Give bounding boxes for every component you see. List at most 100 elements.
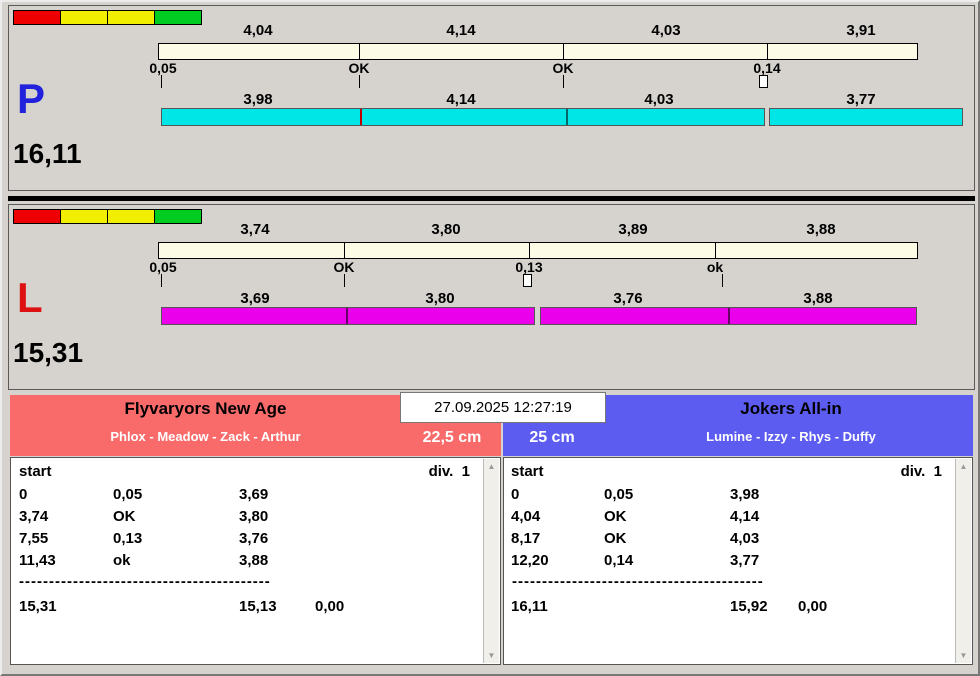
segment-mark: OK (314, 259, 374, 275)
result-value: 3,98 (198, 91, 318, 108)
score-table-right: start div. 1 0 0,05 3,98 4,04 OK 4,14 8,… (503, 457, 973, 665)
score-cell: OK (604, 530, 627, 547)
score-cell: 0,14 (604, 552, 633, 569)
segment-mark: 0,05 (133, 259, 193, 275)
segment-mark: ok (685, 259, 745, 275)
score-cell: 3,74 (19, 508, 48, 525)
score-cell: 3,80 (239, 508, 268, 525)
result-value: 3,80 (380, 290, 500, 307)
team-players: Phlox - Meadow - Zack - Arthur (10, 429, 401, 444)
scale-value: 3,91 (801, 22, 921, 39)
scale-divider (529, 243, 530, 258)
result-bar-segment (769, 108, 963, 126)
scale-value: 3,74 (195, 221, 315, 238)
score-cell: ok (113, 552, 131, 569)
indicator-green (154, 10, 202, 25)
score-cell: 7,55 (19, 530, 48, 547)
tick-mark (563, 75, 564, 88)
tick-mark (344, 274, 345, 287)
segment-mark: 0,14 (737, 60, 797, 76)
indicator-yellow-2 (107, 209, 155, 224)
result-bar-divider (346, 308, 348, 324)
score-section: Flyvaryors New Age Phlox - Meadow - Zack… (8, 392, 975, 670)
scroll-up-icon[interactable]: ▲ (956, 462, 971, 471)
scale-value: 4,14 (401, 22, 521, 39)
table-separator: ----------------------------------------… (512, 573, 764, 590)
total-cell: 16,11 (511, 598, 548, 615)
start-label: start (19, 463, 52, 480)
score-cell: 12,20 (511, 552, 549, 569)
start-label: start (511, 463, 544, 480)
scale-value: 4,04 (198, 22, 318, 39)
lane-panel-l: 3,74 3,80 3,89 3,88 0,05 OK 0,13 ok 3,69… (8, 204, 975, 390)
scale-value: 3,89 (573, 221, 693, 238)
result-value: 3,77 (801, 91, 921, 108)
score-cell: OK (113, 508, 136, 525)
indicator-yellow-1 (60, 209, 108, 224)
result-bar-segment (161, 108, 765, 126)
team-players: Lumine - Izzy - Rhys - Duffy (609, 429, 973, 444)
score-cell: 3,69 (239, 486, 268, 503)
status-indicators (13, 10, 201, 25)
segment-mark: OK (533, 60, 593, 76)
result-bar-segment (540, 307, 917, 325)
division-label: div. 1 (429, 463, 470, 480)
team-name: Flyvaryors New Age (10, 399, 401, 419)
vertical-scrollbar[interactable]: ▲ ▼ (955, 459, 971, 663)
scroll-up-icon[interactable]: ▲ (484, 462, 499, 471)
indicator-red (13, 209, 61, 224)
total-cell: 15,31 (19, 598, 57, 615)
total-cell: 15,92 (730, 598, 768, 615)
scroll-down-icon[interactable]: ▼ (484, 651, 499, 660)
vertical-scrollbar[interactable]: ▲ ▼ (483, 459, 499, 663)
result-bar-divider (360, 109, 362, 125)
score-cell: 0,05 (113, 486, 142, 503)
tick-mark (161, 75, 162, 88)
scale-bar (158, 43, 918, 60)
score-cell: 4,03 (730, 530, 759, 547)
distance-label-left: 22,5 cm (404, 429, 500, 447)
segment-mark: 0,13 (499, 259, 559, 275)
score-cell: 3,77 (730, 552, 759, 569)
tick-mark (359, 75, 360, 88)
lane-letter: L (17, 277, 43, 319)
distance-label-right: 25 cm (507, 429, 597, 447)
score-cell: 3,98 (730, 486, 759, 503)
result-value: 3,76 (568, 290, 688, 307)
scroll-down-icon[interactable]: ▼ (956, 651, 971, 660)
result-value: 4,03 (599, 91, 719, 108)
indicator-red (13, 10, 61, 25)
scale-divider (359, 44, 360, 59)
result-bar-segment (161, 307, 535, 325)
score-cell: 4,14 (730, 508, 759, 525)
lane-letter: P (17, 78, 45, 120)
team-name: Jokers All-in (609, 399, 973, 419)
score-cell: OK (604, 508, 627, 525)
scale-divider (715, 243, 716, 258)
result-value: 3,69 (195, 290, 315, 307)
scale-divider (344, 243, 345, 258)
status-indicators (13, 209, 201, 224)
score-cell: 0,05 (604, 486, 633, 503)
total-cell: 0,00 (798, 598, 827, 615)
scale-divider (767, 44, 768, 59)
indicator-yellow-2 (107, 10, 155, 25)
panel-separator (8, 196, 975, 201)
score-table-left: start div. 1 0 0,05 3,69 3,74 OK 3,80 7,… (10, 457, 501, 665)
total-cell: 15,13 (239, 598, 277, 615)
scale-value: 4,03 (606, 22, 726, 39)
segment-mark: 0,05 (133, 60, 193, 76)
result-value: 3,88 (758, 290, 878, 307)
score-cell: 0,13 (113, 530, 142, 547)
datetime-display: 27.09.2025 12:27:19 (400, 392, 606, 423)
pending-marker (523, 274, 532, 287)
result-bar-divider (566, 109, 568, 125)
score-cell: 8,17 (511, 530, 540, 547)
app-window: 4,04 4,14 4,03 3,91 0,05 OK OK 0,14 3,98… (0, 0, 980, 676)
lane-panel-p: 4,04 4,14 4,03 3,91 0,05 OK OK 0,14 3,98… (8, 5, 975, 191)
score-cell: 11,43 (19, 552, 56, 569)
division-label: div. 1 (901, 463, 942, 480)
score-cell: 0 (19, 486, 27, 503)
score-cell: 0 (511, 486, 519, 503)
scale-value: 3,88 (761, 221, 881, 238)
